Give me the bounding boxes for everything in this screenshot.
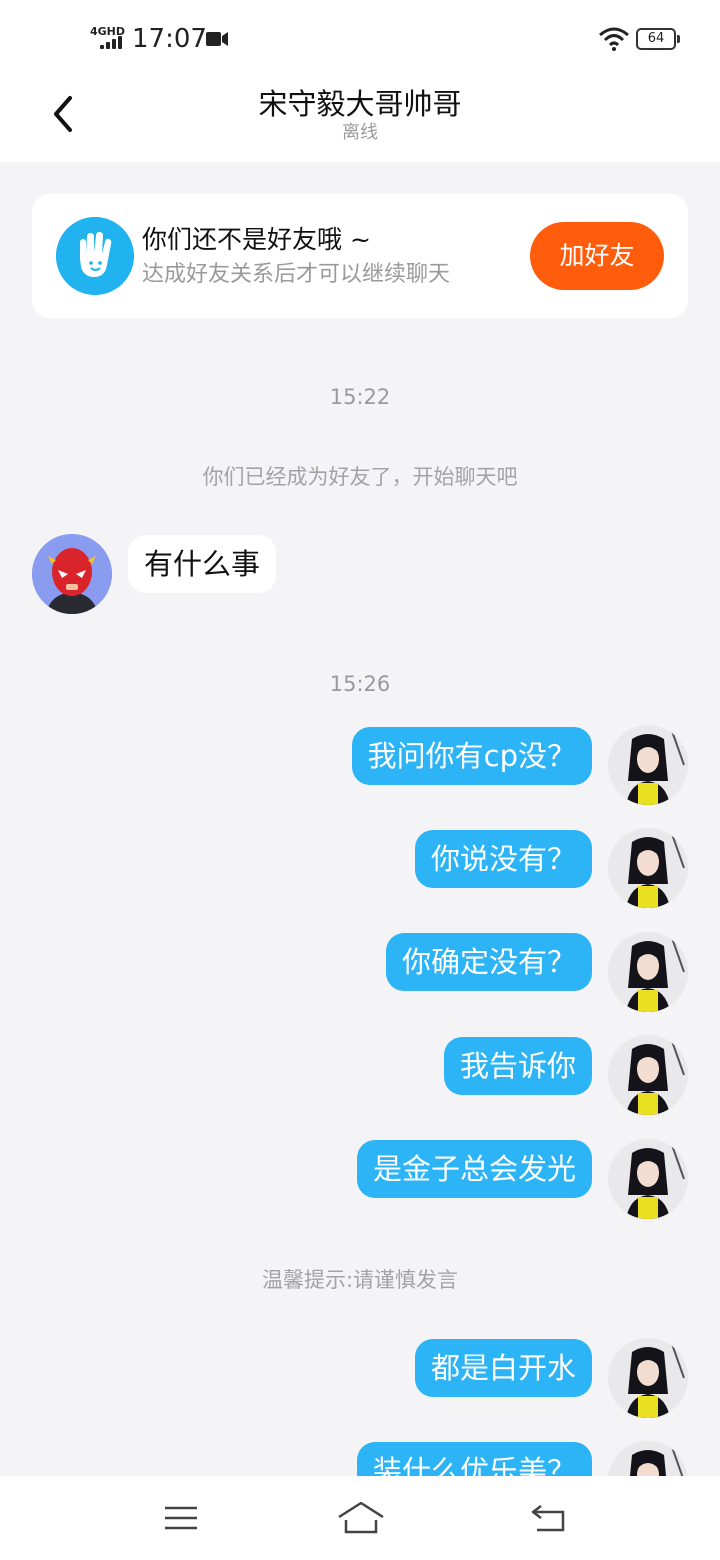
message-bubble-outgoing[interactable]: 我告诉你 xyxy=(443,1037,592,1095)
my-avatar[interactable] xyxy=(608,1035,688,1115)
message-bubble-outgoing[interactable]: 是金子总会发光 xyxy=(356,1140,592,1198)
signal-icon xyxy=(100,36,122,49)
contact-avatar[interactable] xyxy=(32,534,112,614)
message-bubble-incoming[interactable]: 有什么事 xyxy=(128,535,277,593)
friend-card-title: 你们还不是好友哦 ~ xyxy=(142,225,371,254)
home-icon[interactable] xyxy=(336,1498,386,1538)
message-bubble-outgoing[interactable]: 都是白开水 xyxy=(414,1339,592,1397)
battery-indicator: 64 xyxy=(636,28,680,50)
clock: 17:07 xyxy=(132,24,207,54)
message-bubble-outgoing[interactable]: 你说没有？ xyxy=(414,830,592,888)
friend-card-subtitle: 达成好友关系后才可以继续聊天 xyxy=(142,262,451,287)
menu-icon[interactable] xyxy=(159,1498,203,1538)
my-avatar[interactable] xyxy=(608,725,688,805)
system-nav-bar xyxy=(0,1476,720,1560)
status-bar: 4GHD 17:07 64 xyxy=(0,0,720,78)
system-notice: 你们已经成为好友了，开始聊天吧 xyxy=(202,465,518,489)
contact-status: 离线 xyxy=(342,122,378,143)
message-bubble-outgoing[interactable]: 我问你有cp没？ xyxy=(351,727,592,785)
timestamp: 15:26 xyxy=(329,672,391,696)
chat-header: 宋守毅大哥帅哥 离线 xyxy=(0,78,720,162)
video-camera-icon xyxy=(206,32,228,46)
waving-hand-icon xyxy=(56,217,134,295)
contact-name: 宋守毅大哥帅哥 xyxy=(258,87,462,121)
my-avatar[interactable] xyxy=(608,1139,688,1219)
my-avatar[interactable] xyxy=(608,828,688,908)
message-bubble-outgoing[interactable]: 你确定没有？ xyxy=(385,933,592,991)
timestamp: 15:22 xyxy=(329,385,391,409)
system-notice: 温馨提示:请谨慎发言 xyxy=(261,1268,459,1292)
my-avatar[interactable] xyxy=(608,1338,688,1418)
wifi-icon xyxy=(599,27,629,51)
friend-request-card: 你们还不是好友哦 ~ 达成好友关系后才可以继续聊天 加好友 xyxy=(32,194,688,318)
back-nav-icon[interactable] xyxy=(527,1498,571,1538)
add-friend-button[interactable]: 加好友 xyxy=(530,222,664,290)
my-avatar[interactable] xyxy=(608,932,688,1012)
